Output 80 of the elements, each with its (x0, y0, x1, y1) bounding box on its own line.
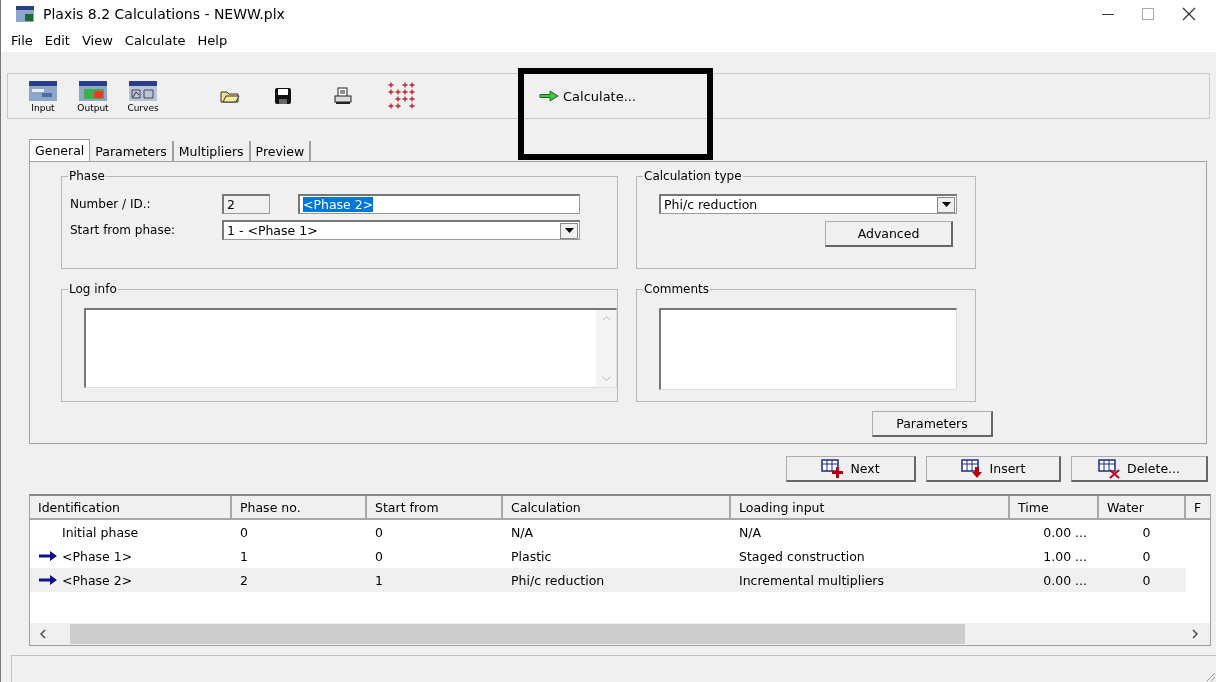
toolbar-button[interactable]: Input (18, 79, 68, 113)
table-cell: 0 (1142, 524, 1151, 540)
phase-button[interactable]: Delete... (1071, 456, 1208, 482)
table-cell: <Phase 1> (62, 548, 133, 564)
menu-item[interactable]: Calculate (118, 32, 192, 48)
toolbar-button[interactable]: Curves (118, 79, 168, 113)
column-header[interactable]: F (1186, 496, 1210, 520)
column-header[interactable]: Loading input (731, 496, 1010, 520)
scroll-up-icon (601, 316, 611, 321)
log-text-area[interactable] (84, 308, 617, 388)
column-header[interactable]: Time (1010, 496, 1099, 520)
parameters-button[interactable]: Parameters (872, 411, 993, 437)
field-label: Number / ID.: (70, 197, 152, 211)
table-down-arrow-icon (960, 458, 984, 479)
menu-item[interactable]: File (5, 32, 39, 48)
printer-icon (334, 87, 352, 105)
table-cell: N/A (739, 524, 762, 540)
table-cell: 1 (240, 548, 248, 564)
comments-text-area[interactable] (659, 308, 957, 390)
horizontal-scrollbar[interactable] (30, 623, 1210, 645)
tab[interactable]: General (29, 139, 91, 161)
column-header[interactable]: Calculation (503, 496, 731, 520)
table-cell: 2 (240, 572, 248, 588)
save-button[interactable] (274, 87, 292, 105)
table-cell: 0 (375, 548, 383, 564)
table-cross-icon (1098, 458, 1121, 479)
start-phase-dropdown[interactable]: 1 - <Phase 1> (222, 220, 580, 240)
table-cell: 1.00 ... (1043, 548, 1087, 564)
id-field[interactable]: <Phase 2> (298, 194, 580, 214)
open-button[interactable] (220, 89, 240, 103)
field-label: Start from phase: (70, 223, 177, 237)
table-cell: 0 (1142, 548, 1151, 564)
column-header[interactable]: Water (1099, 496, 1186, 520)
table-cell: 1 (375, 572, 383, 588)
table-cell: <Phase 2> (62, 572, 133, 588)
menu-item[interactable]: Help (191, 32, 234, 48)
mesh-button[interactable] (388, 82, 416, 110)
app-icon (15, 5, 35, 23)
table-cell: Staged construction (739, 548, 865, 564)
menu-item[interactable]: View (75, 32, 119, 48)
table-cell: 0 (1142, 572, 1151, 588)
table-cell: Phi/c reduction (511, 572, 605, 588)
calculate-button[interactable]: Calculate... (537, 86, 639, 106)
table-cell: Plastic (511, 548, 552, 564)
close-icon (1182, 7, 1196, 21)
group-title: Log info (68, 282, 118, 296)
window-picture-icon (28, 79, 58, 102)
table-cell: 0.00 ... (1043, 524, 1087, 540)
folder-icon (220, 89, 240, 103)
phase-button[interactable]: Next (786, 456, 916, 482)
scroll-down-icon (601, 376, 611, 381)
maximize-icon (1142, 8, 1154, 20)
dropdown-arrow-icon (564, 228, 574, 233)
table-plus-icon (821, 458, 845, 479)
column-header[interactable]: Start from (367, 496, 503, 520)
calculation-type-dropdown[interactable]: Phi/c reduction (659, 194, 957, 214)
arrow-icon (539, 90, 559, 102)
phase-button[interactable]: Insert (926, 456, 1061, 482)
grid-picture-icon (128, 79, 158, 102)
window-title: Plaxis 8.2 Calculations - NEWW.plx (43, 6, 286, 22)
column-header[interactable]: Phase no. (232, 496, 367, 520)
menu-item[interactable]: Edit (38, 32, 76, 48)
table-cell: Incremental multipliers (739, 572, 884, 588)
plus-grid-icon (388, 82, 416, 110)
table-cell: N/A (511, 524, 534, 540)
group-title: Phase (68, 169, 106, 183)
window-picture-icon (78, 79, 108, 102)
toolbar-button[interactable]: Output (68, 79, 118, 113)
table-cell: 0 (375, 524, 383, 540)
dropdown-arrow-icon (941, 202, 951, 207)
advanced-button[interactable]: Advanced (825, 221, 953, 247)
resize-grip-icon (1204, 670, 1216, 682)
group-title: Comments (643, 282, 711, 296)
column-header[interactable]: Identification (30, 496, 232, 520)
table-cell: Initial phase (62, 524, 139, 540)
floppy-icon (274, 87, 292, 105)
table-cell: 0.00 ... (1043, 572, 1087, 588)
print-button[interactable] (334, 87, 352, 105)
group-title: Calculation type (643, 169, 743, 183)
table-cell: 0 (240, 524, 248, 540)
